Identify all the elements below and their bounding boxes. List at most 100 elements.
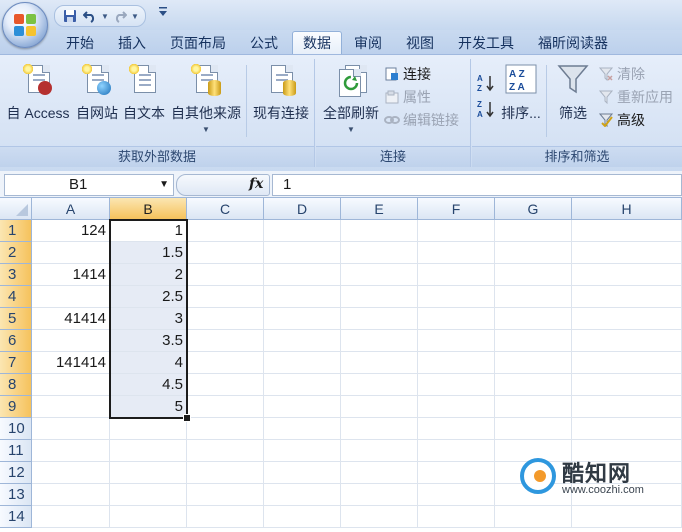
cell-f9[interactable] — [418, 396, 495, 418]
edit-links-button[interactable]: 编辑链接 — [384, 109, 459, 131]
cell-g3[interactable] — [495, 264, 572, 286]
cell-f10[interactable] — [418, 418, 495, 440]
cell-e13[interactable] — [341, 484, 418, 506]
cell-a6[interactable] — [32, 330, 110, 352]
cell-c2[interactable] — [187, 242, 264, 264]
cell-c1[interactable] — [187, 220, 264, 242]
fill-handle[interactable] — [183, 414, 191, 422]
cell-a14[interactable] — [32, 506, 110, 528]
row-header-3[interactable]: 3 — [0, 264, 32, 286]
from-access-button[interactable]: 自 Access — [4, 61, 72, 123]
advanced-button[interactable]: 高级 — [598, 109, 645, 131]
cell-a13[interactable] — [32, 484, 110, 506]
cell-b9[interactable]: 5 — [110, 396, 187, 418]
save-icon[interactable] — [61, 8, 79, 24]
cell-c4[interactable] — [187, 286, 264, 308]
tab-data[interactable]: 数据 — [292, 31, 342, 56]
cell-e9[interactable] — [341, 396, 418, 418]
cell-g6[interactable] — [495, 330, 572, 352]
row-header-8[interactable]: 8 — [0, 374, 32, 396]
cell-g4[interactable] — [495, 286, 572, 308]
row-header-1[interactable]: 1 — [0, 220, 32, 242]
tab-page-layout[interactable]: 页面布局 — [160, 32, 236, 54]
cell-g9[interactable] — [495, 396, 572, 418]
column-header-a[interactable]: A — [32, 198, 110, 220]
cell-f8[interactable] — [418, 374, 495, 396]
cell-a4[interactable] — [32, 286, 110, 308]
cell-h4[interactable] — [572, 286, 682, 308]
cell-b7[interactable]: 4 — [110, 352, 187, 374]
cell-d8[interactable] — [264, 374, 341, 396]
cell-b12[interactable] — [110, 462, 187, 484]
cell-a11[interactable] — [32, 440, 110, 462]
cell-a10[interactable] — [32, 418, 110, 440]
from-text-button[interactable]: 自文本 — [121, 61, 167, 123]
cell-c3[interactable] — [187, 264, 264, 286]
cell-h9[interactable] — [572, 396, 682, 418]
row-header-7[interactable]: 7 — [0, 352, 32, 374]
sort-ascending-icon[interactable]: AZ — [476, 73, 496, 96]
row-header-5[interactable]: 5 — [0, 308, 32, 330]
cell-e6[interactable] — [341, 330, 418, 352]
cell-e8[interactable] — [341, 374, 418, 396]
cell-b11[interactable] — [110, 440, 187, 462]
cell-e1[interactable] — [341, 220, 418, 242]
cell-d7[interactable] — [264, 352, 341, 374]
cell-d9[interactable] — [264, 396, 341, 418]
column-header-h[interactable]: H — [572, 198, 682, 220]
cell-d1[interactable] — [264, 220, 341, 242]
cell-b2[interactable]: 1.5 — [110, 242, 187, 264]
cell-c14[interactable] — [187, 506, 264, 528]
cell-a5[interactable]: 41414 — [32, 308, 110, 330]
row-header-6[interactable]: 6 — [0, 330, 32, 352]
column-header-d[interactable]: D — [264, 198, 341, 220]
cell-h8[interactable] — [572, 374, 682, 396]
cell-f3[interactable] — [418, 264, 495, 286]
cell-e12[interactable] — [341, 462, 418, 484]
existing-connections-button[interactable]: 现有连接 — [250, 61, 312, 123]
from-web-button[interactable]: 自网站 — [74, 61, 120, 123]
tab-developer[interactable]: 开发工具 — [448, 32, 524, 54]
sort-button[interactable]: A Z Z A 排序... — [500, 61, 542, 123]
cell-e4[interactable] — [341, 286, 418, 308]
cell-a7[interactable]: 141414 — [32, 352, 110, 374]
cell-a12[interactable] — [32, 462, 110, 484]
cell-a3[interactable]: 1414 — [32, 264, 110, 286]
cell-a8[interactable] — [32, 374, 110, 396]
cell-h7[interactable] — [572, 352, 682, 374]
cell-d11[interactable] — [264, 440, 341, 462]
row-header-2[interactable]: 2 — [0, 242, 32, 264]
cell-f13[interactable] — [418, 484, 495, 506]
tab-review[interactable]: 审阅 — [344, 32, 392, 54]
select-all-button[interactable] — [0, 198, 32, 220]
cell-h3[interactable] — [572, 264, 682, 286]
customize-icon[interactable] — [158, 5, 168, 20]
cell-f4[interactable] — [418, 286, 495, 308]
cell-f11[interactable] — [418, 440, 495, 462]
cell-f5[interactable] — [418, 308, 495, 330]
refresh-all-button[interactable]: 全部刷新 ▼ — [320, 61, 382, 134]
redo-icon[interactable] — [111, 8, 129, 24]
cell-h5[interactable] — [572, 308, 682, 330]
tab-home[interactable]: 开始 — [56, 32, 104, 54]
clear-button[interactable]: 清除 — [598, 63, 645, 85]
cell-c11[interactable] — [187, 440, 264, 462]
cell-d3[interactable] — [264, 264, 341, 286]
cell-b13[interactable] — [110, 484, 187, 506]
cell-b5[interactable]: 3 — [110, 308, 187, 330]
cell-d10[interactable] — [264, 418, 341, 440]
cell-h14[interactable] — [572, 506, 682, 528]
cell-f14[interactable] — [418, 506, 495, 528]
row-header-9[interactable]: 9 — [0, 396, 32, 418]
cell-e10[interactable] — [341, 418, 418, 440]
cell-f12[interactable] — [418, 462, 495, 484]
column-header-b[interactable]: B — [110, 198, 187, 220]
cell-a1[interactable]: 124 — [32, 220, 110, 242]
office-button[interactable] — [2, 2, 48, 48]
cell-g1[interactable] — [495, 220, 572, 242]
cell-h10[interactable] — [572, 418, 682, 440]
cell-c10[interactable] — [187, 418, 264, 440]
cell-g10[interactable] — [495, 418, 572, 440]
tab-insert[interactable]: 插入 — [108, 32, 156, 54]
cell-f2[interactable] — [418, 242, 495, 264]
